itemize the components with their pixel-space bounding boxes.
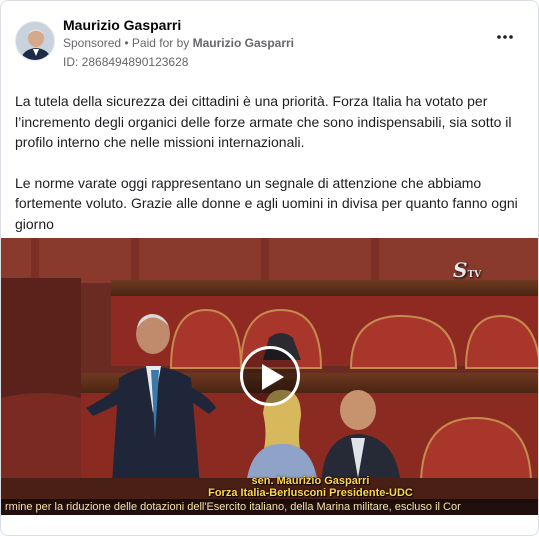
advertiser-name[interactable]: Maurizio Gasparri — [63, 17, 181, 33]
sponsored-label: Sponsored — [63, 36, 122, 50]
video-player[interactable]: STV sen. Maurizio Gasparri Forza Italia-… — [1, 238, 538, 515]
channel-logo-letter: S — [453, 258, 468, 282]
ad-id: ID: 2868494890123628 — [63, 55, 189, 69]
more-horizontal-icon — [497, 35, 513, 39]
more-options-button[interactable] — [492, 29, 518, 47]
body-paragraph-1: La tutela della sicurezza dei cittadini … — [15, 93, 512, 150]
body-paragraph-2: Le norme varate oggi rappresentano un se… — [15, 174, 518, 232]
play-icon — [262, 364, 284, 390]
paid-for-name: Maurizio Gasparri — [192, 36, 295, 50]
speaker-party-caption: Forza Italia-Berlusconi Presidente-UDC — [208, 487, 413, 499]
channel-logo-suffix: TV — [467, 270, 482, 280]
ad-card: Maurizio Gasparri Sponsored • Paid for b… — [0, 0, 539, 536]
sponsored-line: Sponsored • Paid for by Maurizio Gasparr… — [63, 36, 294, 50]
news-ticker: rmine per la riduzione delle dotazioni d… — [1, 499, 538, 515]
play-button[interactable] — [240, 346, 300, 406]
speaker-name-caption: sen. Maurizio Gasparri — [251, 475, 370, 487]
channel-logo: STV — [453, 258, 481, 282]
ad-header: Maurizio Gasparri Sponsored • Paid for b… — [13, 15, 526, 75]
ad-body-text: La tutela della sicurezza dei cittadini … — [15, 91, 527, 254]
avatar[interactable] — [15, 21, 55, 61]
paid-for-prefix: • Paid for by — [124, 36, 190, 50]
avatar-portrait-icon — [16, 22, 54, 60]
